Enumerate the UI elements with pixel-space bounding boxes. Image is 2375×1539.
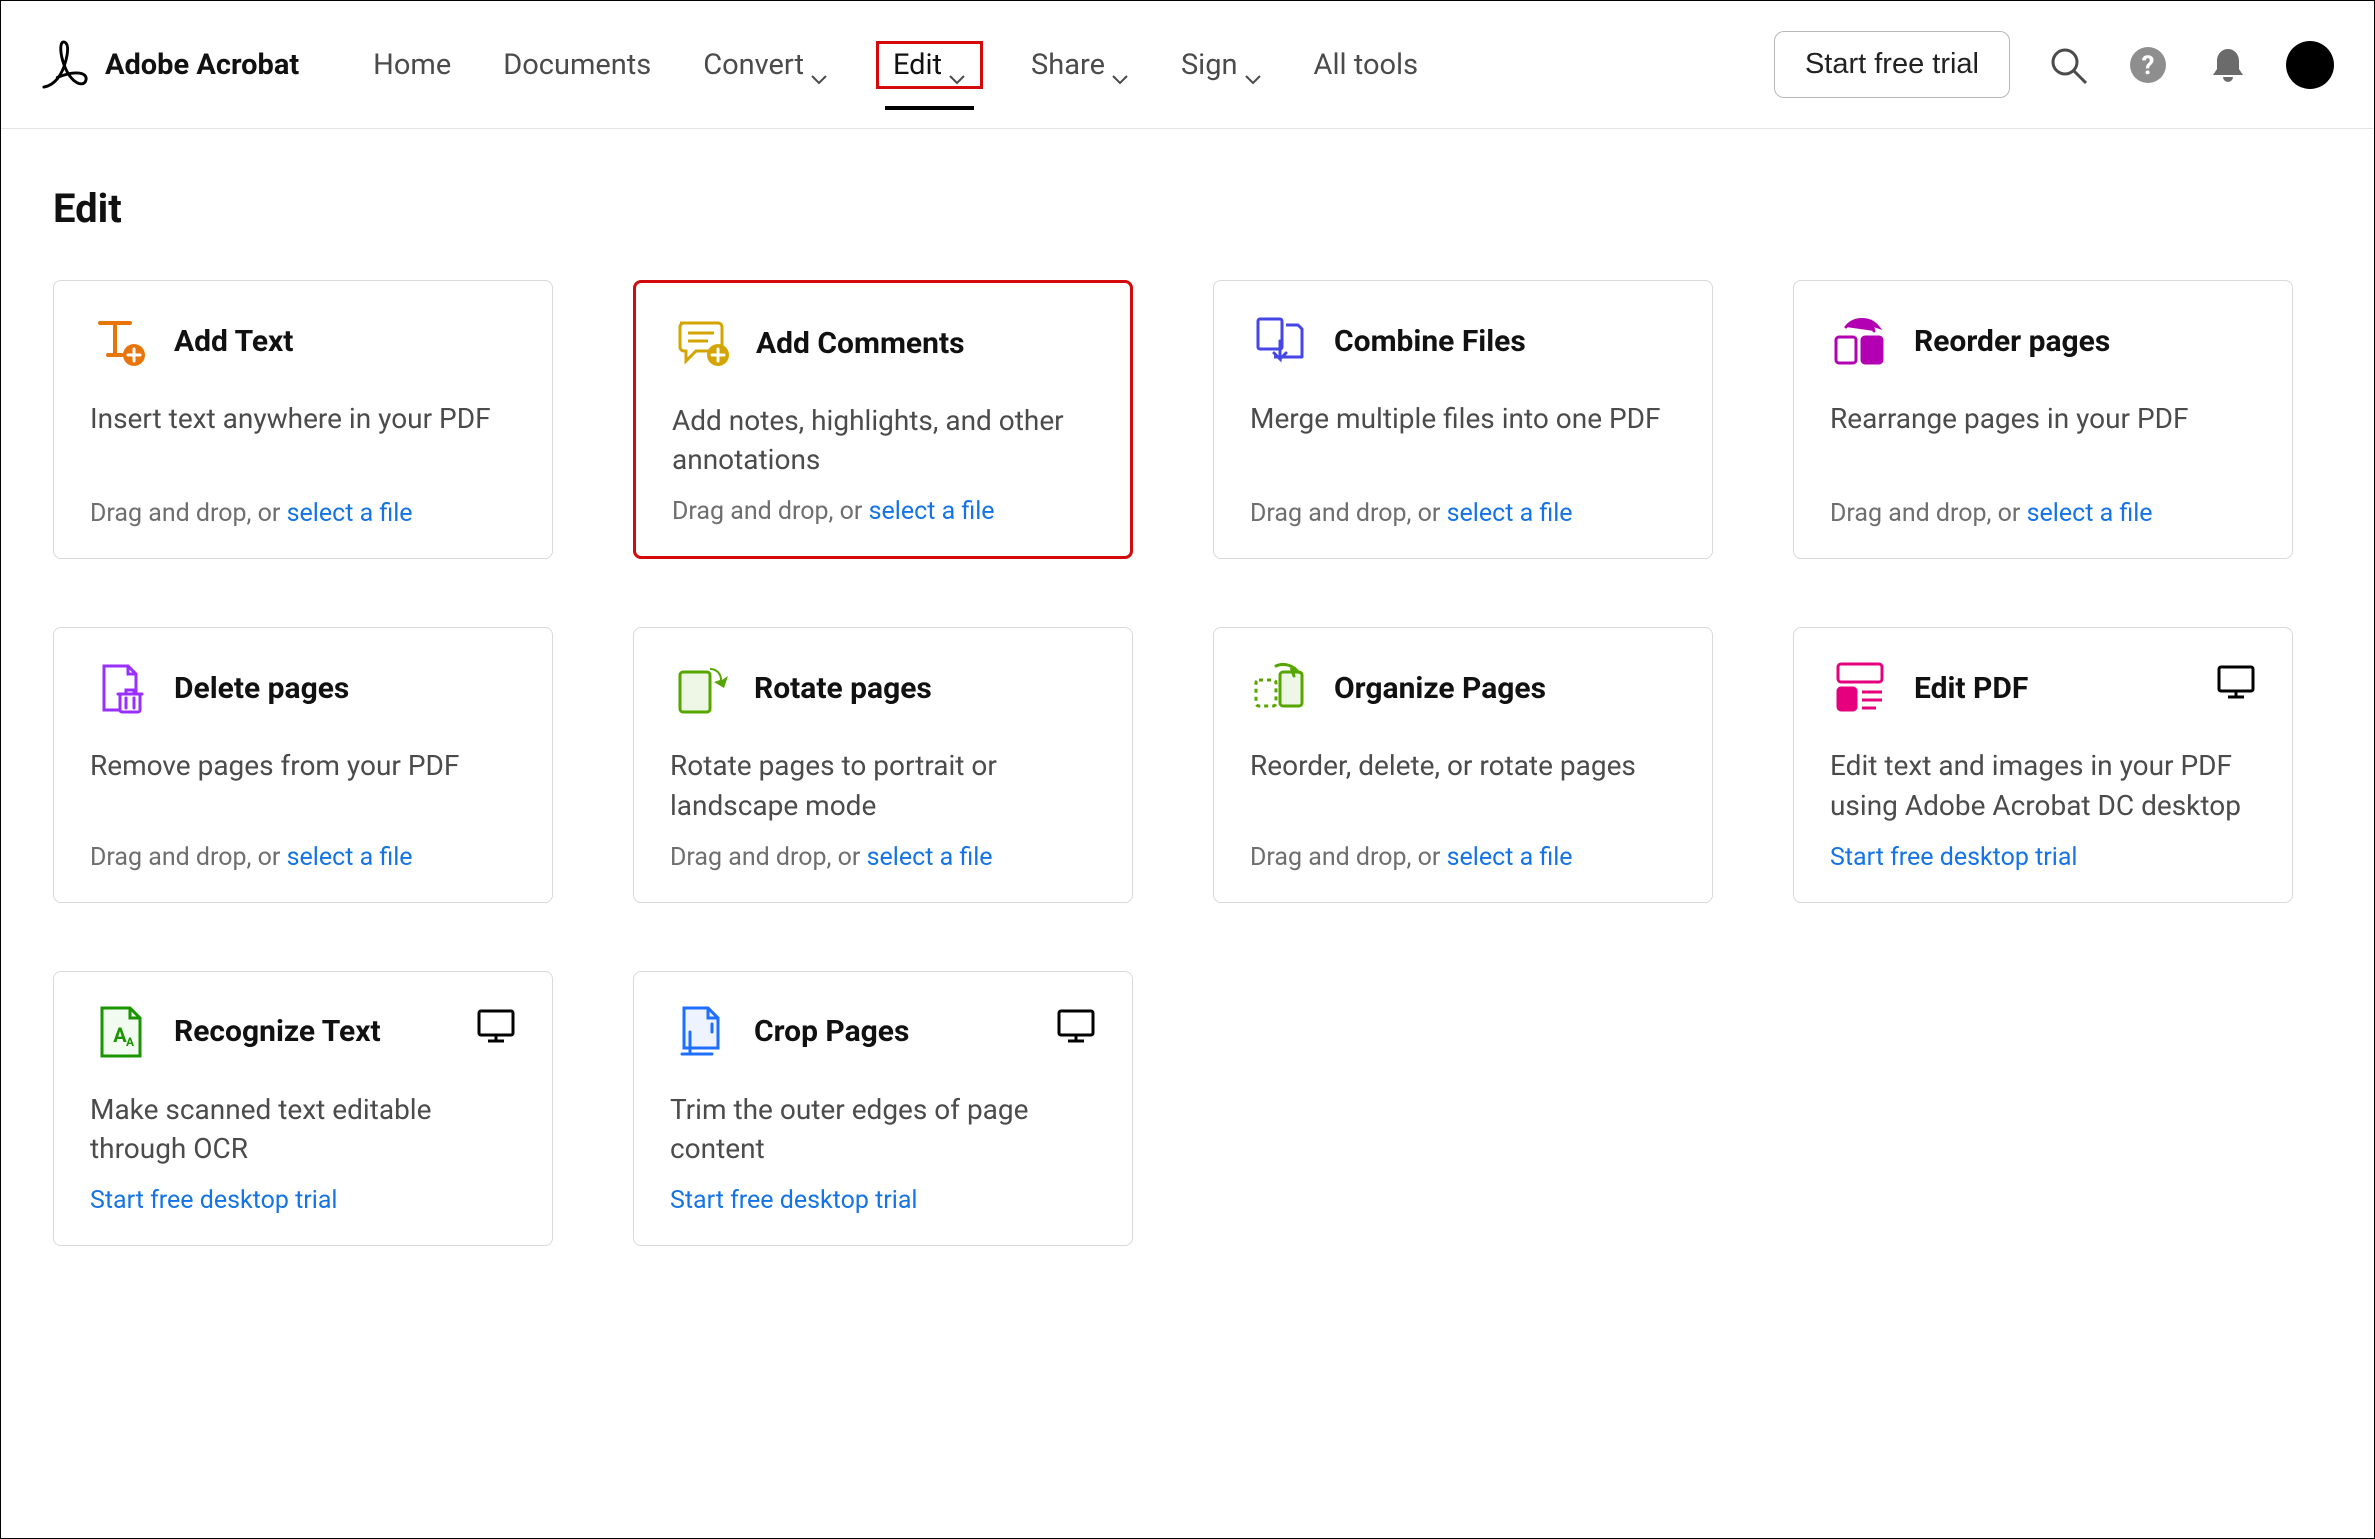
- card-crop-pages[interactable]: Crop Pages Trim the outer edges of page …: [633, 971, 1133, 1246]
- brand[interactable]: Adobe Acrobat: [41, 39, 299, 91]
- card-reorder-pages[interactable]: Reorder pages Rearrange pages in your PD…: [1793, 280, 2293, 559]
- card-organize-pages[interactable]: Organize Pages Reorder, delete, or rotat…: [1213, 627, 1713, 902]
- help-icon[interactable]: ?: [2126, 43, 2170, 87]
- select-file-link[interactable]: select a file: [1447, 499, 1573, 528]
- card-title: Organize Pages: [1334, 671, 1546, 706]
- acrobat-logo-icon: [41, 39, 89, 91]
- add-text-icon: [90, 311, 150, 371]
- card-title: Edit PDF: [1914, 671, 2028, 706]
- card-delete-pages[interactable]: Delete pages Remove pages from your PDF …: [53, 627, 553, 902]
- card-cta: Drag and drop, or select a file: [672, 497, 1094, 526]
- cta-prefix: Drag and drop, or: [1250, 499, 1447, 528]
- card-title: Delete pages: [174, 671, 349, 706]
- desktop-trial-link[interactable]: Start free desktop trial: [670, 1186, 1096, 1215]
- reorder-pages-icon: [1830, 311, 1890, 371]
- card-cta: Drag and drop, or select a file: [90, 499, 516, 528]
- tool-grid: Add Text Insert text anywhere in your PD…: [53, 280, 2322, 1246]
- nav-sign[interactable]: Sign: [1177, 42, 1266, 88]
- recognize-text-icon: AA: [90, 1002, 150, 1062]
- cta-prefix: Drag and drop, or: [672, 497, 869, 526]
- card-add-comments[interactable]: Add Comments Add notes, highlights, and …: [633, 280, 1133, 559]
- card-add-text[interactable]: Add Text Insert text anywhere in your PD…: [53, 280, 553, 559]
- card-desc: Remove pages from your PDF: [90, 746, 516, 824]
- card-edit-pdf[interactable]: Edit PDF Edit text and images in your PD…: [1793, 627, 2293, 902]
- cta-prefix: Drag and drop, or: [670, 843, 867, 872]
- card-desc: Merge multiple files into one PDF: [1250, 399, 1676, 481]
- combine-files-icon: [1250, 311, 1310, 371]
- desktop-trial-link[interactable]: Start free desktop trial: [90, 1186, 516, 1215]
- crop-pages-icon: [670, 1002, 730, 1062]
- nav-convert-label: Convert: [703, 48, 804, 82]
- edit-pdf-icon: [1830, 658, 1890, 718]
- nav-edit-label: Edit: [893, 48, 942, 82]
- card-rotate-pages[interactable]: Rotate pages Rotate pages to portrait or…: [633, 627, 1133, 902]
- card-title: Rotate pages: [754, 671, 932, 706]
- card-title: Recognize Text: [174, 1014, 381, 1049]
- select-file-link[interactable]: select a file: [1447, 843, 1573, 872]
- card-title: Add Comments: [756, 326, 965, 361]
- card-title: Add Text: [174, 324, 293, 359]
- top-right: Start free trial ?: [1774, 31, 2334, 98]
- cta-prefix: Drag and drop, or: [90, 843, 287, 872]
- desktop-icon: [2216, 664, 2256, 700]
- nav-share-label: Share: [1031, 48, 1105, 82]
- bell-icon[interactable]: [2206, 43, 2250, 87]
- page: Edit Add Text Insert text anywhere in yo…: [1, 129, 2374, 1286]
- card-cta: Drag and drop, or select a file: [670, 843, 1096, 872]
- card-combine-files[interactable]: Combine Files Merge multiple files into …: [1213, 280, 1713, 559]
- organize-pages-icon: [1250, 658, 1310, 718]
- chevron-down-icon: [948, 59, 966, 71]
- card-desc: Trim the outer edges of page content: [670, 1090, 1096, 1168]
- nav-convert[interactable]: Convert: [699, 42, 832, 88]
- svg-text:?: ?: [2142, 51, 2155, 81]
- card-desc: Edit text and images in your PDF using A…: [1830, 746, 2256, 824]
- select-file-link[interactable]: select a file: [287, 499, 413, 528]
- desktop-icon: [476, 1008, 516, 1044]
- card-recognize-text[interactable]: AA Recognize Text Make scanned text edit…: [53, 971, 553, 1246]
- delete-pages-icon: [90, 658, 150, 718]
- select-file-link[interactable]: select a file: [2027, 499, 2153, 528]
- chevron-down-icon: [810, 59, 828, 71]
- card-desc: Insert text anywhere in your PDF: [90, 399, 516, 481]
- nav-home[interactable]: Home: [369, 42, 455, 88]
- desktop-trial-link[interactable]: Start free desktop trial: [1830, 843, 2256, 872]
- card-title: Reorder pages: [1914, 324, 2110, 359]
- comment-icon: [672, 313, 732, 373]
- cta-prefix: Drag and drop, or: [90, 499, 287, 528]
- nav-sign-label: Sign: [1181, 48, 1238, 82]
- chevron-down-icon: [1244, 59, 1262, 71]
- card-desc: Rotate pages to portrait or landscape mo…: [670, 746, 1096, 824]
- nav-edit[interactable]: Edit: [876, 41, 983, 89]
- card-cta: Drag and drop, or select a file: [90, 843, 516, 872]
- card-desc: Rearrange pages in your PDF: [1830, 399, 2256, 481]
- avatar[interactable]: [2286, 41, 2334, 89]
- start-trial-button[interactable]: Start free trial: [1774, 31, 2010, 98]
- cta-prefix: Drag and drop, or: [1250, 843, 1447, 872]
- card-desc: Reorder, delete, or rotate pages: [1250, 746, 1676, 824]
- card-desc: Add notes, highlights, and other annotat…: [672, 401, 1094, 479]
- main-nav: Home Documents Convert Edit Share Sign: [369, 41, 1774, 89]
- cta-prefix: Drag and drop, or: [1830, 499, 2027, 528]
- nav-documents[interactable]: Documents: [499, 42, 655, 88]
- nav-share[interactable]: Share: [1027, 42, 1133, 88]
- card-title: Crop Pages: [754, 1014, 909, 1049]
- svg-text:A: A: [126, 1035, 135, 1049]
- rotate-pages-icon: [670, 658, 730, 718]
- chevron-down-icon: [1111, 59, 1129, 71]
- select-file-link[interactable]: select a file: [287, 843, 413, 872]
- nav-all-tools[interactable]: All tools: [1310, 42, 1423, 88]
- select-file-link[interactable]: select a file: [869, 497, 995, 526]
- brand-name: Adobe Acrobat: [105, 48, 299, 82]
- page-title: Edit: [53, 185, 2322, 232]
- card-cta: Drag and drop, or select a file: [1830, 499, 2256, 528]
- select-file-link[interactable]: select a file: [867, 843, 993, 872]
- top-bar: Adobe Acrobat Home Documents Convert Edi…: [1, 1, 2374, 129]
- search-icon[interactable]: [2046, 43, 2090, 87]
- desktop-icon: [1056, 1008, 1096, 1044]
- card-title: Combine Files: [1334, 324, 1526, 359]
- card-desc: Make scanned text editable through OCR: [90, 1090, 516, 1168]
- card-cta: Drag and drop, or select a file: [1250, 843, 1676, 872]
- card-cta: Drag and drop, or select a file: [1250, 499, 1676, 528]
